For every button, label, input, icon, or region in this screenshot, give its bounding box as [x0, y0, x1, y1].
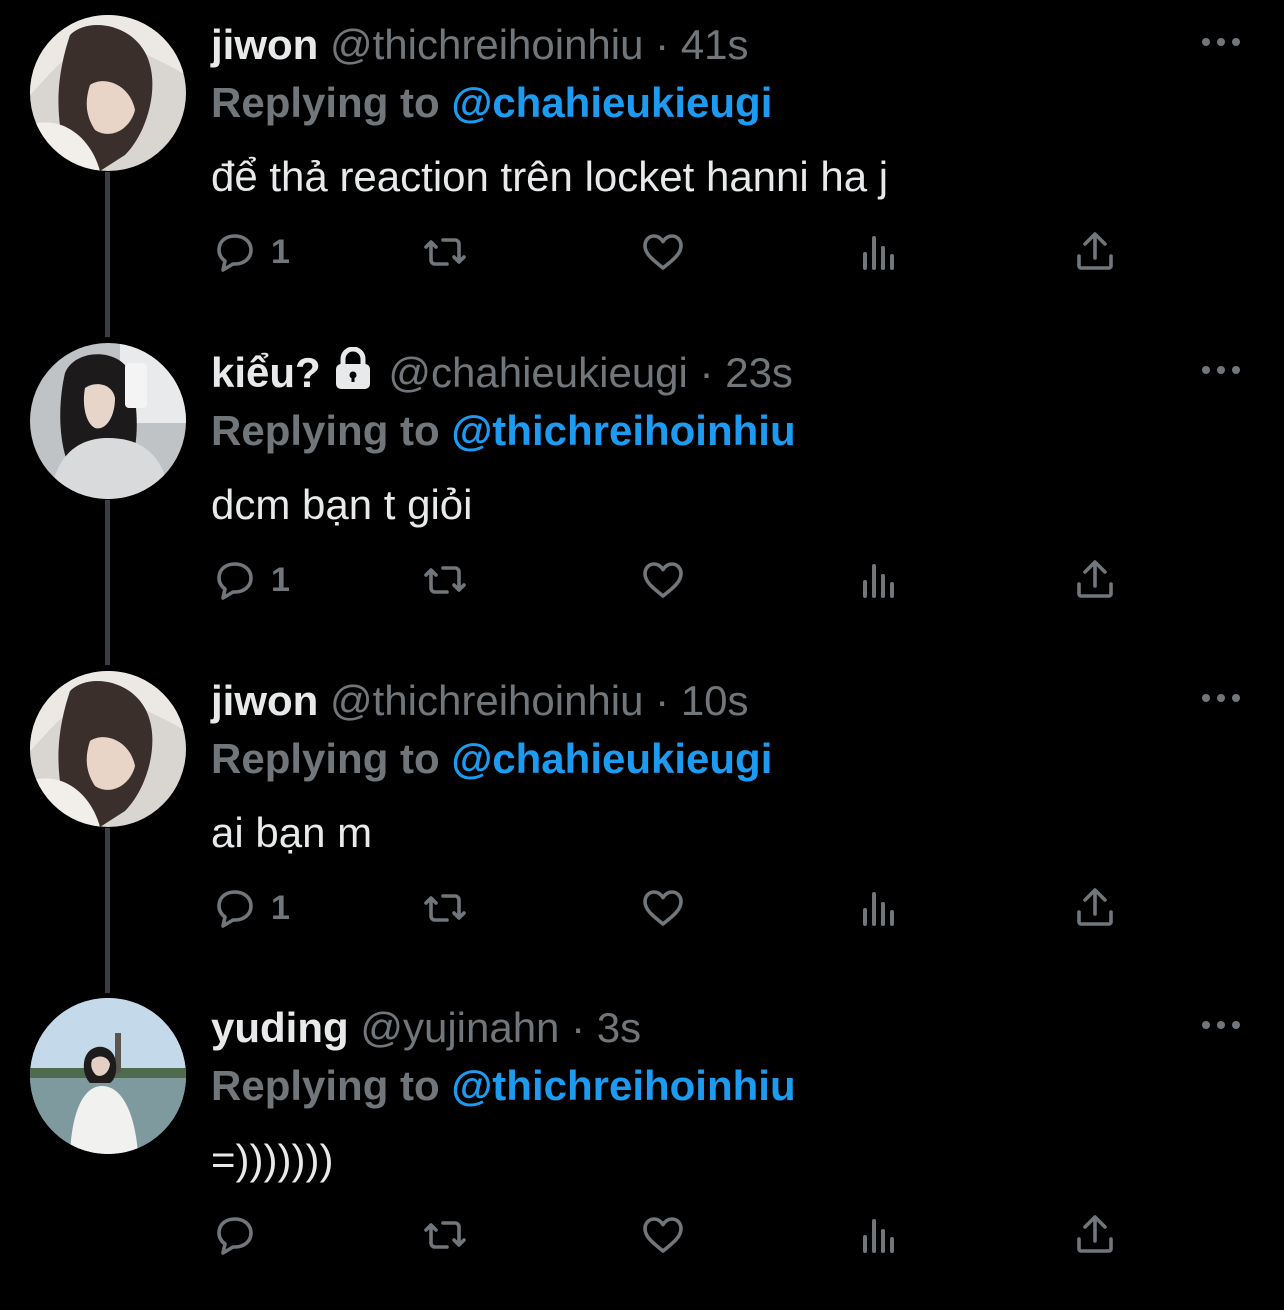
- separator: ·: [655, 677, 670, 724]
- replying-to-label: Replying to: [211, 1062, 440, 1109]
- reply-button[interactable]: 1: [211, 878, 290, 938]
- heart-icon: [643, 234, 683, 270]
- timestamp[interactable]: 3s: [597, 1004, 641, 1051]
- replying-to-label: Replying to: [211, 407, 440, 454]
- tweet-header: jiwon @thichreihoinhiu · 10s: [211, 674, 749, 728]
- more-icon[interactable]: [1196, 1005, 1246, 1045]
- share-button[interactable]: [1071, 1205, 1119, 1265]
- views-icon: [863, 236, 894, 270]
- tweet-text: =))))))): [211, 1136, 334, 1183]
- mention-link[interactable]: @chahieukieugi: [451, 735, 772, 782]
- avatar[interactable]: [30, 15, 186, 171]
- like-button[interactable]: [639, 550, 687, 610]
- views-button[interactable]: [855, 222, 903, 282]
- reply-count: 1: [271, 232, 290, 271]
- timestamp[interactable]: 10s: [681, 677, 749, 724]
- replying-to: Replying to @thichreihoinhiu: [211, 404, 796, 458]
- share-button[interactable]: [1071, 878, 1119, 938]
- share-button[interactable]: [1071, 550, 1119, 610]
- retweet-button[interactable]: [421, 222, 469, 282]
- like-button[interactable]: [639, 878, 687, 938]
- tweet-header: jiwon @thichreihoinhiu · 41s: [211, 18, 749, 72]
- retweet-icon: [424, 566, 466, 594]
- separator: ·: [571, 1004, 586, 1051]
- reply-icon: [217, 1217, 253, 1255]
- action-bar: 1: [211, 222, 1131, 282]
- share-icon: [1077, 1215, 1113, 1253]
- username[interactable]: @yujinahn: [360, 1004, 559, 1051]
- heart-icon: [643, 1217, 683, 1253]
- like-button[interactable]: [639, 222, 687, 282]
- views-button[interactable]: [855, 550, 903, 610]
- tweet[interactable]: kiểu? @chahieukieugi · 23s Replying to @…: [0, 328, 1284, 655]
- tweet[interactable]: jiwon @thichreihoinhiu · 41s Replying to…: [0, 0, 1284, 327]
- action-bar: 1: [211, 878, 1131, 938]
- replying-to: Replying to @chahieukieugi: [211, 76, 772, 130]
- tweet-header: kiểu? @chahieukieugi · 23s: [211, 346, 793, 404]
- reply-button[interactable]: 1: [211, 222, 290, 282]
- action-bar: [211, 1205, 1131, 1265]
- more-icon[interactable]: [1196, 678, 1246, 718]
- display-name[interactable]: kiểu?: [211, 349, 321, 396]
- username[interactable]: @thichreihoinhiu: [330, 677, 643, 724]
- tweet[interactable]: yuding @yujinahn · 3s Replying to @thich…: [0, 983, 1284, 1310]
- reply-button[interactable]: 1: [211, 550, 290, 610]
- share-icon: [1077, 888, 1113, 926]
- display-name[interactable]: yuding: [211, 1004, 349, 1051]
- tweet-text: dcm bạn t giỏi: [211, 481, 473, 528]
- retweet-icon: [424, 894, 466, 922]
- views-button[interactable]: [855, 878, 903, 938]
- retweet-icon: [424, 1221, 466, 1249]
- replying-to-label: Replying to: [211, 735, 440, 782]
- timestamp[interactable]: 41s: [681, 21, 749, 68]
- like-button[interactable]: [639, 1205, 687, 1265]
- separator: ·: [699, 349, 714, 396]
- replying-to: Replying to @thichreihoinhiu: [211, 1059, 796, 1113]
- views-icon: [863, 892, 894, 926]
- mention-link[interactable]: @chahieukieugi: [451, 79, 772, 126]
- share-icon: [1077, 232, 1113, 270]
- display-name[interactable]: jiwon: [211, 21, 318, 68]
- retweet-button[interactable]: [421, 550, 469, 610]
- views-icon: [863, 564, 894, 598]
- action-bar: 1: [211, 550, 1131, 610]
- avatar[interactable]: [30, 671, 186, 827]
- timestamp[interactable]: 23s: [725, 349, 793, 396]
- more-icon[interactable]: [1196, 22, 1246, 62]
- share-icon: [1077, 560, 1113, 598]
- more-icon[interactable]: [1196, 350, 1246, 390]
- mention-link[interactable]: @thichreihoinhiu: [451, 1062, 795, 1109]
- views-button[interactable]: [855, 1205, 903, 1265]
- avatar[interactable]: [30, 998, 186, 1154]
- views-icon: [863, 1219, 894, 1253]
- retweet-button[interactable]: [421, 878, 469, 938]
- tweet-header: yuding @yujinahn · 3s: [211, 1001, 641, 1055]
- username[interactable]: @chahieukieugi: [388, 349, 688, 396]
- retweet-icon: [424, 238, 466, 266]
- tweet-text: để thả reaction trên locket hanni ha j: [211, 153, 889, 200]
- reply-icon: [217, 234, 253, 272]
- reply-button[interactable]: [211, 1205, 271, 1265]
- replying-to-label: Replying to: [211, 79, 440, 126]
- mention-link[interactable]: @thichreihoinhiu: [451, 407, 795, 454]
- reply-icon: [217, 890, 253, 928]
- heart-icon: [643, 890, 683, 926]
- replying-to: Replying to @chahieukieugi: [211, 732, 772, 786]
- lock-icon: [329, 346, 377, 404]
- tweet[interactable]: jiwon @thichreihoinhiu · 10s Replying to…: [0, 656, 1284, 983]
- avatar[interactable]: [30, 343, 186, 499]
- username[interactable]: @thichreihoinhiu: [330, 21, 643, 68]
- display-name[interactable]: jiwon: [211, 677, 318, 724]
- tweet-text: ai bạn m: [211, 809, 373, 856]
- reply-count: 1: [271, 888, 290, 927]
- retweet-button[interactable]: [421, 1205, 469, 1265]
- reply-count: 1: [271, 560, 290, 599]
- share-button[interactable]: [1071, 222, 1119, 282]
- reply-icon: [217, 562, 253, 600]
- heart-icon: [643, 562, 683, 598]
- separator: ·: [655, 21, 670, 68]
